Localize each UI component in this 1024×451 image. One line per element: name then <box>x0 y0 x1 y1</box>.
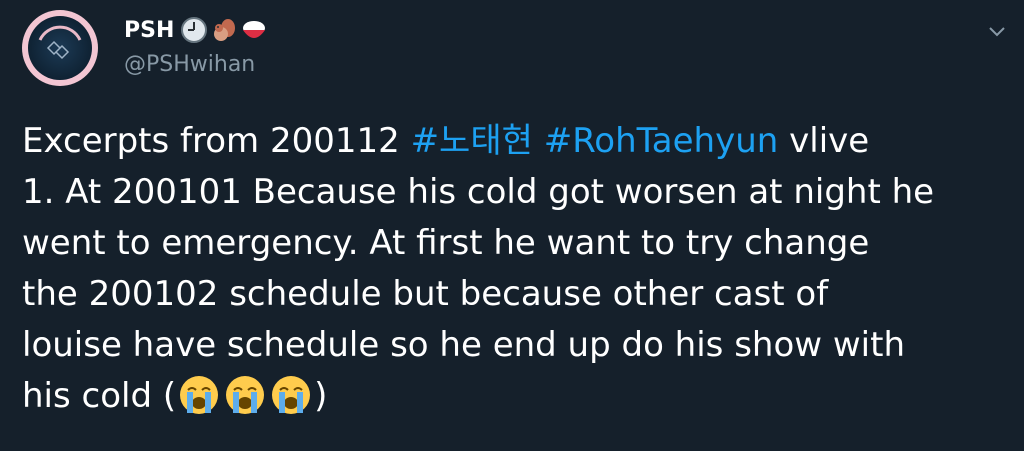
hashtag-link[interactable]: #노태현 <box>411 121 533 161</box>
tweet-text-segment: his cold ( <box>22 376 177 416</box>
tweet-line-2: 1. At 200101 Because his cold got worsen… <box>22 172 935 212</box>
tweet-text-segment: Excerpts from 200112 <box>22 121 411 161</box>
tweet-text-segment: ) <box>314 376 328 416</box>
avatar-logo-icon <box>38 25 82 60</box>
tweet-header: PSH @PSHwihan <box>124 12 824 82</box>
tweet-card: PSH @PSHwihan Excerpts from 200112 #노태현 … <box>0 0 1024 451</box>
tweet-line-3: went to emergency. At first he want to t… <box>22 223 870 263</box>
loudly-crying-face-icon <box>180 376 219 414</box>
tweet-line-1: Excerpts from 200112 #노태현 #RohTaehyun vl… <box>22 116 1012 167</box>
loudly-crying-face-icon <box>272 376 311 414</box>
loudly-crying-face-icon <box>226 376 265 414</box>
display-name[interactable]: PSH <box>124 18 174 43</box>
tweet-line-6: his cold ( ) <box>22 371 1012 422</box>
clock-icon <box>181 17 208 43</box>
chevron-down-icon[interactable] <box>986 20 1008 42</box>
user-handle[interactable]: @PSHwihan <box>124 52 824 77</box>
rice-bowl-icon <box>243 21 266 38</box>
tweet-line-4: the 200102 schedule but because other ca… <box>22 274 829 314</box>
tweet-text-segment: vlive <box>778 121 870 161</box>
chipmunk-icon <box>214 19 236 41</box>
tweet-text: Excerpts from 200112 #노태현 #RohTaehyun vl… <box>22 116 1012 422</box>
avatar[interactable] <box>22 10 98 86</box>
name-row: PSH <box>124 12 824 48</box>
hashtag-link[interactable]: #RohTaehyun <box>544 121 779 161</box>
tweet-line-5: louise have schedule so he end up do his… <box>22 325 906 365</box>
